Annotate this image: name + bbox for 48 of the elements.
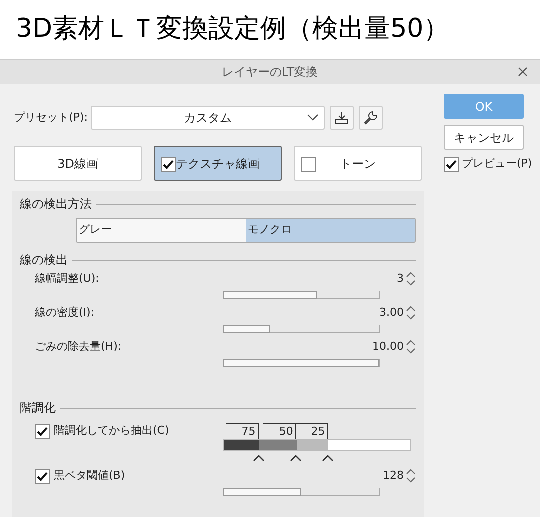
slider-reading: 3	[397, 270, 404, 287]
preview-label: プレビュー(P)	[462, 156, 532, 172]
slider[interactable]	[223, 325, 380, 333]
section-title: 線の検出方法	[20, 196, 92, 213]
section-title: 線の検出	[20, 252, 68, 269]
preset-dropdown[interactable]: カスタム	[91, 106, 325, 130]
slider-reading: 10.00	[372, 338, 404, 355]
caret-up-icon[interactable]	[322, 455, 334, 462]
mode-tab[interactable]: トーン	[294, 146, 422, 181]
slider-label: 線の密度(I):	[35, 304, 95, 321]
window-title: レイヤーのLT変換	[222, 64, 318, 81]
method-option[interactable]: グレー	[77, 219, 246, 242]
checkbox[interactable]	[444, 156, 459, 172]
checkbox[interactable]	[301, 157, 316, 172]
mode-tab[interactable]: テクスチャ線画	[154, 146, 282, 181]
method-option[interactable]: モノクロ	[246, 219, 415, 242]
checkbox-label: 階調化してから抽出(C)	[54, 422, 170, 439]
save-preset-button[interactable]	[330, 106, 354, 130]
spinner-icon[interactable]	[406, 469, 416, 483]
spinner-icon[interactable]	[406, 306, 416, 320]
check-icon	[163, 159, 174, 170]
tray-download-icon	[335, 111, 349, 125]
slider-label: 線幅調整(U):	[35, 270, 100, 287]
page-heading: 3D素材ＬＴ変換設定例（検出量50）	[16, 13, 450, 46]
section-title: 階調化	[20, 400, 56, 417]
slider-label: ごみの除去量(H):	[35, 338, 122, 355]
spinner-icon[interactable]	[406, 340, 416, 354]
cancel-button[interactable]: キャンセル	[444, 125, 524, 150]
checkbox[interactable]	[35, 424, 50, 438]
checkbox[interactable]	[35, 468, 50, 484]
check-icon	[37, 426, 48, 436]
check-icon	[37, 470, 48, 482]
checkbox-label: 黒ベタ閾値(B)	[54, 468, 126, 484]
check-icon	[446, 158, 457, 170]
chevron-down-icon	[307, 114, 319, 122]
slider-reading: 3.00	[380, 304, 404, 321]
checkbox[interactable]	[161, 157, 176, 172]
mode-tab[interactable]: 3D線画	[14, 146, 142, 181]
close-icon[interactable]	[518, 67, 528, 77]
wrench-icon	[364, 111, 378, 125]
slider[interactable]	[223, 291, 380, 299]
slider[interactable]	[223, 488, 380, 496]
preset-label: プリセット(P):	[13, 110, 89, 126]
spinner-icon[interactable]	[406, 272, 416, 286]
settings-button[interactable]	[359, 106, 383, 130]
caret-up-icon[interactable]	[290, 455, 302, 462]
slider-reading: 128	[383, 468, 404, 484]
caret-up-icon[interactable]	[252, 455, 265, 462]
